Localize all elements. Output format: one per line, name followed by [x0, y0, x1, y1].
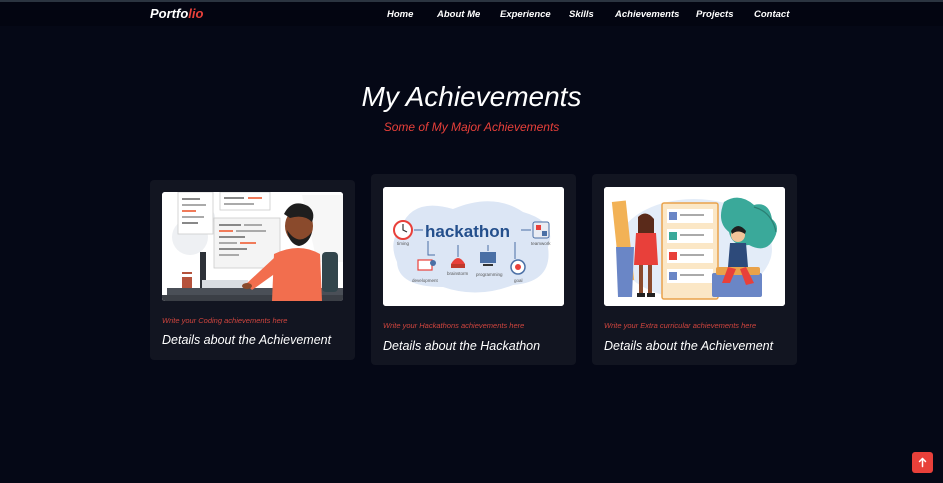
achievement-card-hackathon[interactable]: hackathon timing teamwork development br… — [371, 174, 576, 365]
card-caption: Write your Extra curricular achievements… — [604, 321, 757, 330]
nav-link-experience[interactable]: Experience — [500, 9, 551, 20]
nav-link-achievements[interactable]: Achievements — [615, 9, 679, 20]
label-goal: goal — [514, 278, 523, 283]
achievement-card-coding[interactable]: Write your Coding achievements here Deta… — [150, 180, 355, 360]
scroll-to-top-button[interactable] — [912, 452, 933, 473]
section-title: My Achievements — [361, 81, 582, 112]
card-caption: Write your Coding achievements here — [162, 316, 288, 325]
nav-link-home[interactable]: Home — [387, 9, 413, 20]
hackathon-illustration: hackathon timing teamwork development br… — [383, 187, 564, 306]
nav-link-contact[interactable]: Contact — [754, 9, 789, 20]
card-title: Details about the Hackathon — [383, 339, 541, 353]
nav-links: Home About Me Experience Skills Achievem… — [0, 9, 943, 23]
label-programming: programming — [476, 272, 503, 277]
nav-link-projects[interactable]: Projects — [696, 9, 734, 20]
nav-link-about-me[interactable]: About Me — [437, 9, 480, 20]
nav-link-skills[interactable]: Skills — [569, 9, 594, 20]
label-teamwork: teamwork — [531, 241, 551, 246]
card-title: Details about the Achievement — [604, 339, 774, 353]
arrow-up-icon — [918, 457, 927, 468]
hackathon-word: hackathon — [425, 222, 510, 241]
label-development: development — [412, 278, 439, 283]
card-caption: Write your Hackathons achievements here — [383, 321, 525, 330]
label-brainstorm: brainstorm — [447, 271, 469, 276]
section-subtitle: Some of My Major Achievements — [383, 120, 560, 134]
achievement-card-extracurricular[interactable]: Write your Extra curricular achievements… — [592, 174, 797, 365]
navbar: Portfolio Home About Me Experience Skill… — [0, 2, 943, 26]
coding-illustration — [162, 192, 343, 301]
label-timing: timing — [397, 241, 410, 246]
extracurricular-illustration — [604, 187, 785, 306]
card-title: Details about the Achievement — [162, 333, 332, 347]
